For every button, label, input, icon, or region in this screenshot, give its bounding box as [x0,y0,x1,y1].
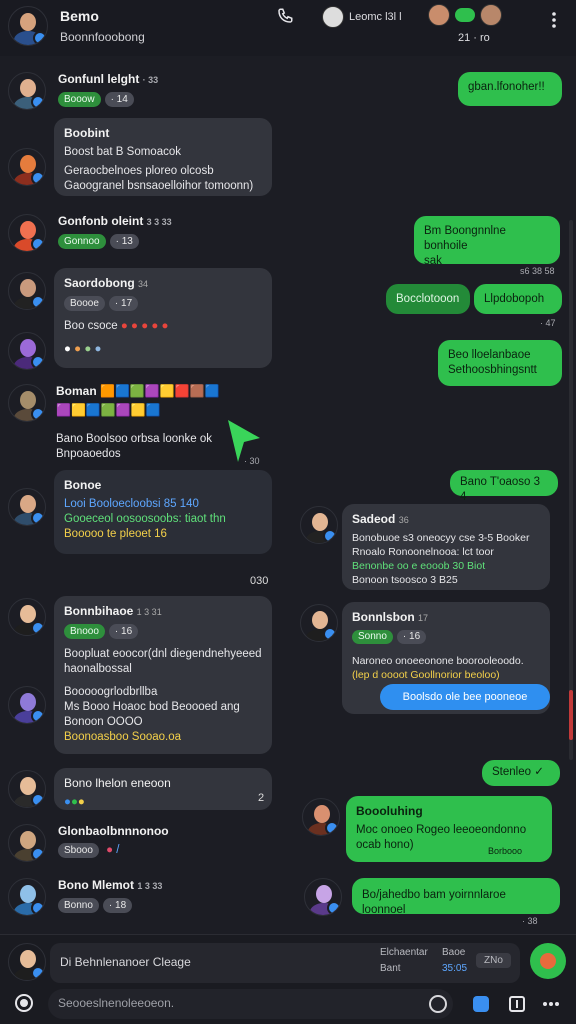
participant-count: 21 · ro [458,32,490,44]
reaction-row[interactable]: ● ● ● ● [64,342,262,357]
chat-title: Bemo [60,8,99,24]
avatar[interactable] [300,604,338,642]
scrollbar-thumb[interactable] [569,690,573,740]
emoji-icon[interactable] [429,995,447,1013]
timestamp: · 47 [540,318,556,328]
more-icon[interactable] [544,8,564,32]
avatar[interactable] [300,506,338,544]
timestamp: s6 38 58 [520,266,555,276]
avatar[interactable] [8,878,46,916]
message-bubble[interactable]: Sadeod 36 Bonobuoe s3 oneocyy cse 3-5 Bo… [342,504,550,590]
message-bubble[interactable]: Bonnbihaoe 1 3 31 Bnooo · 16 Boopluat eoo… [54,596,272,754]
message-bubble[interactable]: Saordobong 34 Boooe · 17 Boo csoce ● ● ● … [54,268,272,368]
timestamp: Borbooo [488,846,523,856]
avatar[interactable] [304,878,342,916]
composer: Di Behnlenanoer Cleage Elchaentar Bant B… [0,934,576,1024]
participants[interactable] [428,4,502,26]
chat-subtitle: Boonnfooobong [60,30,145,44]
message-input[interactable]: Di Behnlenanoer Cleage Elchaentar Bant B… [50,943,520,983]
avatar[interactable] [8,686,46,724]
avatar [322,6,344,28]
top-bar: Bemo Boonnfooobong Leomc l3l l 21 · ro [0,0,576,56]
message-bubble[interactable]: Llpdobopoh [474,284,562,314]
avatar[interactable] [8,770,46,808]
message-bubble[interactable]: Bo/jahedbo bam yoirnnlaroe loonnoel [352,878,560,916]
avatar[interactable] [8,72,46,110]
message-bubble[interactable]: Bocclotooon [386,284,470,314]
avatar[interactable] [8,214,46,252]
send-icon [540,953,556,969]
toggle-button[interactable]: ZNo [476,953,511,968]
avatar[interactable] [302,798,340,836]
message-bubble[interactable]: Bonoe Looi Booloecloobsi 85 140 Gooeceol… [54,470,272,554]
phone-icon[interactable] [272,6,298,26]
message-bubble[interactable]: Gonfonb oleint 3 3 33 Gonnoo · 13 [48,214,248,249]
reaction-row[interactable]: ● ● ● ● ● [121,320,169,332]
avatar[interactable] [8,488,46,526]
avatar[interactable] [8,598,46,636]
message-bubble[interactable]: gban.lfonoher!! [458,72,562,106]
camera-icon[interactable] [12,991,36,1015]
pointer-cursor-icon [226,418,262,469]
avatar[interactable] [8,148,46,186]
avatar[interactable] [8,824,46,862]
timestamp: 030 [250,575,269,587]
avatar[interactable] [8,384,46,422]
status-badge [455,8,475,22]
send-button[interactable] [530,943,566,979]
message-bubble[interactable]: Bono Mlemot 1 3 33 Bonno · 18 [48,878,248,913]
search-field[interactable] [48,989,453,1019]
message-bubble[interactable]: Bano T'oaoso 3 4 [450,470,558,503]
message-bubble[interactable]: Glonbaolbnnnonoo Sbooo ● / [48,824,238,858]
timestamp: 2 [258,792,265,804]
call-status[interactable]: Leomc l3l l [322,6,402,28]
avatar[interactable] [8,272,46,310]
avatar [428,4,450,26]
message-bubble[interactable]: Bono lhelon eneoon ●●● [54,768,272,810]
check-icon: ✓ [534,766,544,778]
avatar [480,4,502,26]
message-bubble[interactable]: Gonfunl lelght · 33 Booow · 14 [48,72,248,107]
attach-icon[interactable] [470,993,492,1015]
message-bubble[interactable]: Bm Boongnnlne bonhoile sak [414,216,560,267]
chat-avatar[interactable] [8,6,48,46]
scrollbar[interactable] [569,220,573,760]
mic-icon[interactable] [506,993,528,1015]
more-icon[interactable] [540,993,562,1015]
reply-bubble[interactable]: Boolsdo ole bee pooneoe [380,684,550,710]
message-bubble[interactable]: Boobint Boost bat B Somoacok Geraocbelno… [54,118,272,196]
avatar[interactable] [8,332,46,370]
avatar[interactable] [8,943,46,981]
message-bubble[interactable]: Beo lloelanbaoe Sethoosbhingsntt [438,340,562,386]
message-bubble[interactable]: Stenleo ✓ [482,760,560,786]
timestamp: · 38 [522,916,538,926]
search-input[interactable] [58,996,428,1010]
